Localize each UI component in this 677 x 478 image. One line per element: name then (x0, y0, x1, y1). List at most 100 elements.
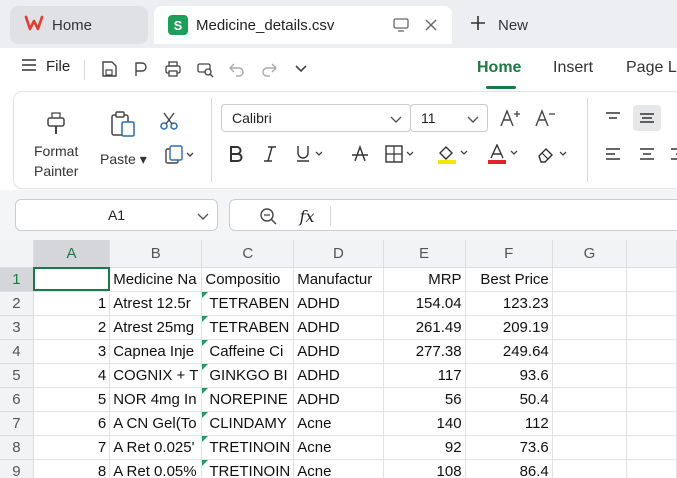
tab-file[interactable]: S Medicine_details.csv (154, 6, 452, 44)
strikethrough-icon[interactable] (346, 141, 374, 167)
print-preview-icon[interactable] (193, 57, 217, 81)
cell-extra[interactable] (626, 315, 677, 340)
underline-button[interactable] (292, 141, 330, 167)
cell-extra[interactable] (626, 387, 677, 412)
cell-extra[interactable] (626, 459, 677, 478)
cell-c1[interactable]: Compositio (201, 267, 295, 292)
cell-extra[interactable] (626, 267, 677, 292)
cell-d4[interactable]: ADHD (293, 339, 384, 364)
cell-e9[interactable]: 108 (383, 459, 466, 478)
cell-g8[interactable] (552, 435, 628, 460)
cell-b7[interactable]: A CN Gel(To (109, 411, 203, 436)
cell-c6[interactable]: NOREPINE (201, 387, 295, 412)
cell-d7[interactable]: Acne (293, 411, 384, 436)
cell-extra[interactable] (626, 339, 677, 364)
ribbon-tab-home[interactable]: Home (477, 59, 521, 77)
cell-d6[interactable]: ADHD (293, 387, 384, 412)
ribbon-tab-page-layout[interactable]: Page L (626, 59, 677, 77)
cell-f5[interactable]: 93.6 (465, 363, 553, 388)
cell-c9[interactable]: TRETINOIN (201, 459, 295, 478)
cell-f4[interactable]: 249.64 (465, 339, 553, 364)
cell-b3[interactable]: Atrest 25mg (109, 315, 203, 340)
cell-a3[interactable]: 2 (33, 315, 111, 340)
cell-b8[interactable]: A Ret 0.025' (109, 435, 203, 460)
align-right-icon[interactable] (664, 141, 677, 167)
align-middle-icon[interactable] (633, 105, 661, 131)
cell-c7[interactable]: CLINDAMY (201, 411, 295, 436)
bold-icon[interactable] (222, 141, 250, 167)
clear-format-button[interactable] (533, 141, 573, 167)
cell-extra[interactable] (626, 363, 677, 388)
cell-b4[interactable]: Capnea Inje (109, 339, 203, 364)
cell-f8[interactable]: 73.6 (465, 435, 553, 460)
cell-d3[interactable]: ADHD (293, 315, 384, 340)
cell-g9[interactable] (552, 459, 628, 478)
cell-d1[interactable]: Manufactur (293, 267, 384, 292)
cell-a2[interactable]: 1 (33, 291, 111, 316)
cell-c2[interactable]: TETRABEN (201, 291, 295, 316)
row-header-7[interactable]: 7 (0, 411, 34, 436)
save-icon[interactable] (97, 57, 121, 81)
row-header-6[interactable]: 6 (0, 387, 34, 412)
increase-font-size-icon[interactable] (496, 105, 524, 131)
cell-g3[interactable] (552, 315, 628, 340)
cell-a9[interactable]: 8 (33, 459, 111, 478)
cell-e4[interactable]: 277.38 (383, 339, 466, 364)
cell-c5[interactable]: GINKGO BI (201, 363, 295, 388)
cell-e5[interactable]: 117 (383, 363, 466, 388)
row-header-2[interactable]: 2 (0, 291, 34, 316)
cell-d9[interactable]: Acne (293, 459, 384, 478)
cell-f3[interactable]: 209.19 (465, 315, 553, 340)
italic-icon[interactable] (256, 141, 284, 167)
cell-b9[interactable]: A Ret 0.05% (109, 459, 203, 478)
row-header-8[interactable]: 8 (0, 435, 34, 460)
column-header-d[interactable]: D (293, 240, 384, 268)
row-header-1[interactable]: 1 (0, 267, 34, 292)
cell-e7[interactable]: 140 (383, 411, 466, 436)
cell-e2[interactable]: 154.04 (383, 291, 466, 316)
undo-icon[interactable] (225, 57, 249, 81)
file-menu-button[interactable]: File (22, 58, 70, 75)
column-header-g[interactable]: G (552, 240, 628, 268)
cell-c4[interactable]: Caffeine Ci (201, 339, 295, 364)
cell-a8[interactable]: 7 (33, 435, 111, 460)
cell-e1[interactable]: MRP (383, 267, 466, 292)
row-header-3[interactable]: 3 (0, 315, 34, 340)
cell-f2[interactable]: 123.23 (465, 291, 553, 316)
cell-c8[interactable]: TRETINOIN (201, 435, 295, 460)
align-center-icon[interactable] (633, 141, 661, 167)
row-header-4[interactable]: 4 (0, 339, 34, 364)
cell-extra[interactable] (626, 291, 677, 316)
align-left-icon[interactable] (599, 141, 627, 167)
paste-button[interactable]: Paste ▾ (100, 110, 147, 169)
cell-b5[interactable]: COGNIX + T (109, 363, 203, 388)
cell-d2[interactable]: ADHD (293, 291, 384, 316)
column-header-a[interactable]: A (33, 240, 111, 268)
column-header-extra[interactable] (626, 240, 677, 268)
cell-e3[interactable]: 261.49 (383, 315, 466, 340)
cell-a5[interactable]: 4 (33, 363, 111, 388)
window-mode-icon[interactable] (392, 16, 410, 34)
cell-e6[interactable]: 56 (383, 387, 466, 412)
cell-g7[interactable] (552, 411, 628, 436)
row-header-5[interactable]: 5 (0, 363, 34, 388)
cell-a7[interactable]: 6 (33, 411, 111, 436)
insert-function-icon[interactable]: fx (296, 206, 318, 226)
align-top-icon[interactable] (599, 105, 627, 131)
cell-f7[interactable]: 112 (465, 411, 553, 436)
cut-icon[interactable] (155, 108, 183, 134)
cell-extra[interactable] (626, 411, 677, 436)
name-box[interactable]: A1 (15, 199, 218, 231)
cell-e8[interactable]: 92 (383, 435, 466, 460)
borders-button[interactable] (382, 141, 420, 167)
font-name-select[interactable]: Calibri (221, 104, 411, 132)
tab-home[interactable]: Home (10, 6, 148, 44)
print-icon[interactable] (161, 57, 185, 81)
format-painter-button[interactable]: Format Painter (34, 110, 78, 181)
ribbon-tab-insert[interactable]: Insert (553, 59, 593, 77)
cell-g4[interactable] (552, 339, 628, 364)
cell-a4[interactable]: 3 (33, 339, 111, 364)
cell-d8[interactable]: Acne (293, 435, 384, 460)
cell-b2[interactable]: Atrest 12.5r (109, 291, 203, 316)
new-tab-button[interactable]: New (470, 10, 528, 40)
